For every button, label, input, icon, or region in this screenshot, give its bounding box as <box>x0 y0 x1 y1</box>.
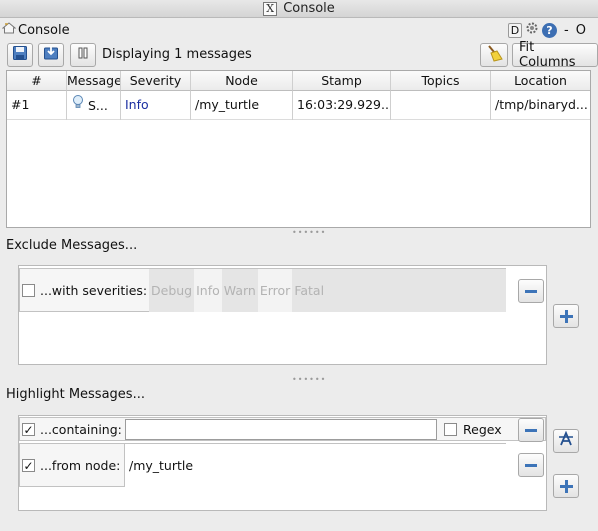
severity-filter-row: ...with severities: Debug Info Warn Erro… <box>19 268 506 312</box>
plugin-title: Console <box>18 22 70 38</box>
window-titlebar: X Console <box>0 0 598 18</box>
severity-option-fatal[interactable]: Fatal <box>292 269 326 312</box>
strikethrough-a-icon <box>558 430 574 451</box>
severity-option-warn[interactable]: Warn <box>222 269 258 312</box>
load-button[interactable] <box>38 43 64 67</box>
containing-filter-checkbox[interactable]: ✓ <box>22 423 35 436</box>
cell-message: S... <box>67 91 121 120</box>
plus-icon <box>559 479 573 493</box>
node-filter-checkbox[interactable]: ✓ <box>22 459 35 472</box>
add-highlight-filter-button[interactable] <box>553 474 579 498</box>
column-header-stamp[interactable]: Stamp <box>293 71 391 91</box>
severity-list[interactable]: Debug Info Warn Error Fatal <box>149 269 506 312</box>
fit-columns-button[interactable]: Fit Columns <box>512 40 598 70</box>
cell-location: /tmp/binaryd... <box>495 97 588 112</box>
add-exclude-filter-button[interactable] <box>553 304 579 328</box>
remove-containing-filter-button[interactable] <box>518 418 544 442</box>
severity-option-debug[interactable]: Debug <box>149 269 194 312</box>
minus-icon <box>525 289 537 293</box>
checkmark-icon: ✓ <box>23 458 34 473</box>
containing-filter-row: ✓ ...containing: Regex <box>19 417 546 441</box>
node-filter-label: ...from node: <box>40 458 121 473</box>
remove-node-filter-button[interactable] <box>518 453 544 477</box>
severity-filter-label: ...with severities: <box>40 283 148 298</box>
plugin-header: Console <box>1 21 70 39</box>
checkmark-icon: ✓ <box>23 422 34 437</box>
column-header-node[interactable]: Node <box>191 71 293 91</box>
minus-icon <box>525 428 537 432</box>
lightbulb-icon <box>71 92 85 120</box>
help-button[interactable]: ? <box>542 22 557 38</box>
cell-index: #1 <box>7 91 67 120</box>
node-filter-list[interactable]: /my_turtle <box>124 444 506 487</box>
load-icon <box>43 45 59 65</box>
close-button[interactable]: O <box>576 23 586 38</box>
dock-button[interactable]: D <box>508 22 522 38</box>
plugin-header-controls: D ? - O <box>508 22 586 38</box>
plus-icon <box>559 309 573 323</box>
clear-button[interactable] <box>480 43 508 67</box>
x11-logo-icon: X <box>263 1 278 16</box>
cell-stamp: 16:03:29.929... <box>293 91 391 120</box>
window-title: Console <box>283 1 335 16</box>
table-row[interactable]: #1 S... Info /my_turtle 16:03:29.929... … <box>7 91 590 120</box>
pause-button[interactable] <box>70 43 96 67</box>
settings-gear-icon[interactable] <box>525 21 539 39</box>
containing-label: ...containing: <box>40 422 122 437</box>
exclude-section-label: Exclude Messages... <box>6 238 138 253</box>
highlight-section-label: Highlight Messages... <box>6 387 145 402</box>
column-header-message[interactable]: Message <box>67 71 121 91</box>
broom-icon <box>485 44 503 66</box>
cell-message-text: S... <box>88 97 108 113</box>
column-header-topics[interactable]: Topics <box>391 71 491 91</box>
status-text: Displaying 1 messages <box>102 47 252 62</box>
column-header-index[interactable]: # <box>7 71 67 91</box>
message-table[interactable]: # Message Severity Node Stamp Topics Loc… <box>6 70 591 228</box>
column-header-severity[interactable]: Severity <box>121 71 191 91</box>
containing-text-input[interactable] <box>125 419 437 440</box>
splitter-handle[interactable]: •••••• <box>292 228 326 237</box>
remove-exclude-filter-button[interactable] <box>518 279 544 303</box>
highlight-filter-toggle-button[interactable] <box>553 429 579 453</box>
pause-icon <box>76 46 90 64</box>
severity-filter-checkbox[interactable] <box>22 284 35 297</box>
regex-label: Regex <box>463 422 502 437</box>
severity-option-info[interactable]: Info <box>194 269 222 312</box>
cell-severity: Info <box>121 91 191 120</box>
splitter-handle[interactable]: •••••• <box>292 375 326 384</box>
node-filter-row: ✓ ...from node: /my_turtle <box>19 443 506 487</box>
severity-option-error[interactable]: Error <box>257 269 293 312</box>
save-icon <box>12 45 28 65</box>
cell-topics <box>391 91 491 120</box>
minimize-button[interactable]: - <box>564 23 569 38</box>
save-button[interactable] <box>7 43 33 67</box>
column-header-location[interactable]: Location <box>491 71 590 91</box>
cell-node: /my_turtle <box>191 91 293 120</box>
minus-icon <box>525 463 537 467</box>
console-plugin-icon <box>1 21 17 39</box>
regex-checkbox[interactable] <box>444 423 457 436</box>
